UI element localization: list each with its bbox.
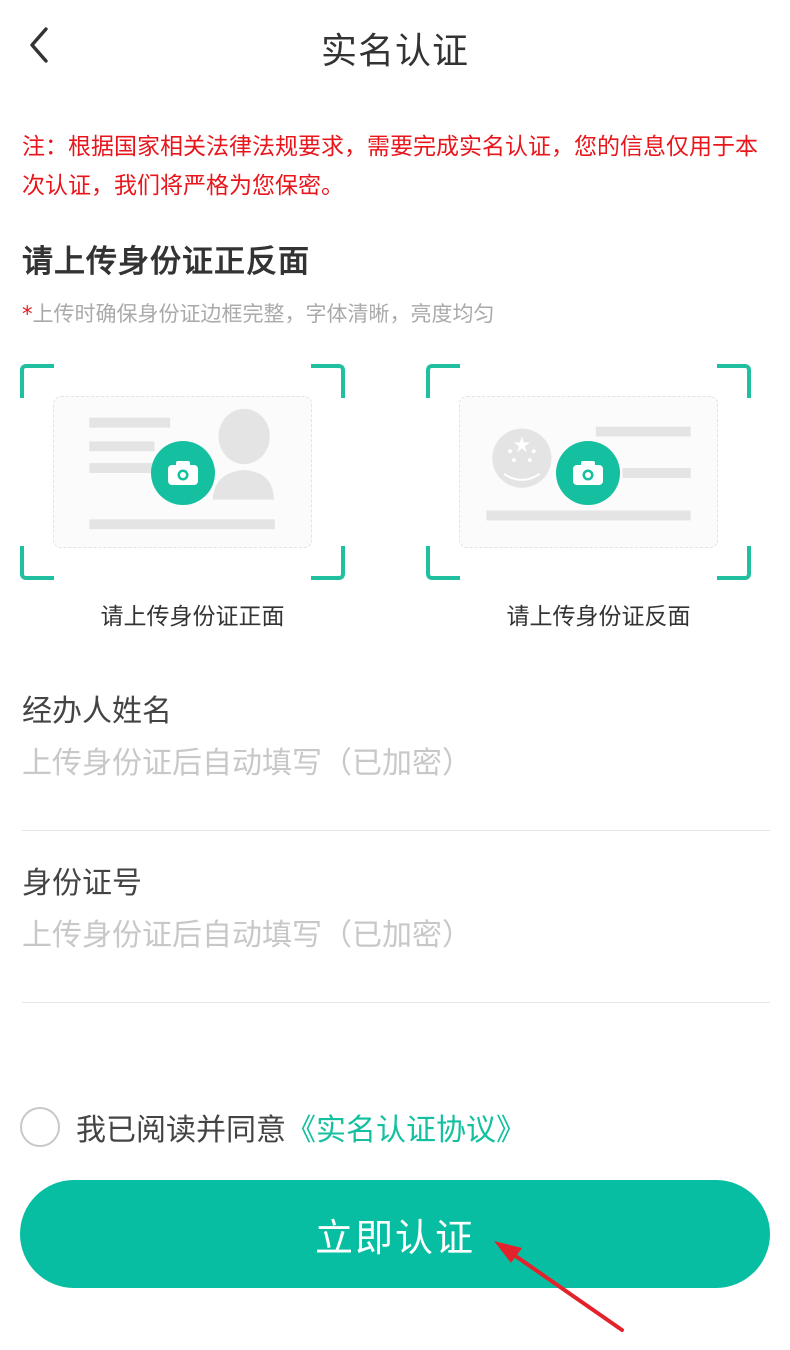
verify-now-button[interactable]: 立即认证 (20, 1180, 770, 1288)
annotation-arrow-icon (494, 1241, 624, 1332)
frame-corner (426, 364, 460, 398)
agreement-radio[interactable] (20, 1107, 60, 1147)
operator-name-label: 经办人姓名 (22, 694, 172, 729)
camera-button[interactable] (556, 441, 620, 505)
upload-back-label: 请上传身份证反面 (506, 604, 691, 630)
id-number-input[interactable] (22, 918, 762, 953)
legal-notice: 注：根据国家相关法律法规要求，需要完成实名认证，您的信息仅用于本次认证，我们将严… (22, 134, 758, 199)
upload-section-title: 请上传身份证正反面 (22, 244, 310, 280)
frame-corner (311, 546, 345, 580)
header: 实名认证 (0, 0, 790, 92)
frame-corner (717, 546, 751, 580)
upload-front-label: 请上传身份证正面 (100, 604, 285, 630)
frame-corner (20, 546, 54, 580)
agreement-row: 我已阅读并同意 《实名认证协议》 (20, 1104, 526, 1150)
operator-name-input[interactable] (22, 746, 762, 781)
upload-id-back[interactable] (426, 364, 751, 580)
agreement-text: 我已阅读并同意 (76, 1113, 286, 1148)
camera-icon (168, 461, 198, 485)
camera-button[interactable] (151, 441, 215, 505)
id-number-field: 身份证号 (22, 858, 770, 1003)
frame-corner (20, 364, 54, 398)
frame-corner (311, 364, 345, 398)
agreement-link[interactable]: 《实名认证协议》 (286, 1105, 526, 1149)
frame-corner (426, 546, 460, 580)
operator-name-field: 经办人姓名 (22, 686, 770, 831)
camera-icon (573, 461, 603, 485)
upload-tip: *上传时确保身份证边框完整，字体清晰，亮度均匀 (22, 298, 495, 328)
required-star: * (22, 302, 33, 326)
id-number-label: 身份证号 (22, 866, 142, 901)
upload-tip-text: 上传时确保身份证边框完整，字体清晰，亮度均匀 (32, 302, 495, 326)
page-title: 实名认证 (320, 31, 469, 72)
frame-corner (717, 364, 751, 398)
upload-id-front[interactable] (20, 364, 345, 580)
